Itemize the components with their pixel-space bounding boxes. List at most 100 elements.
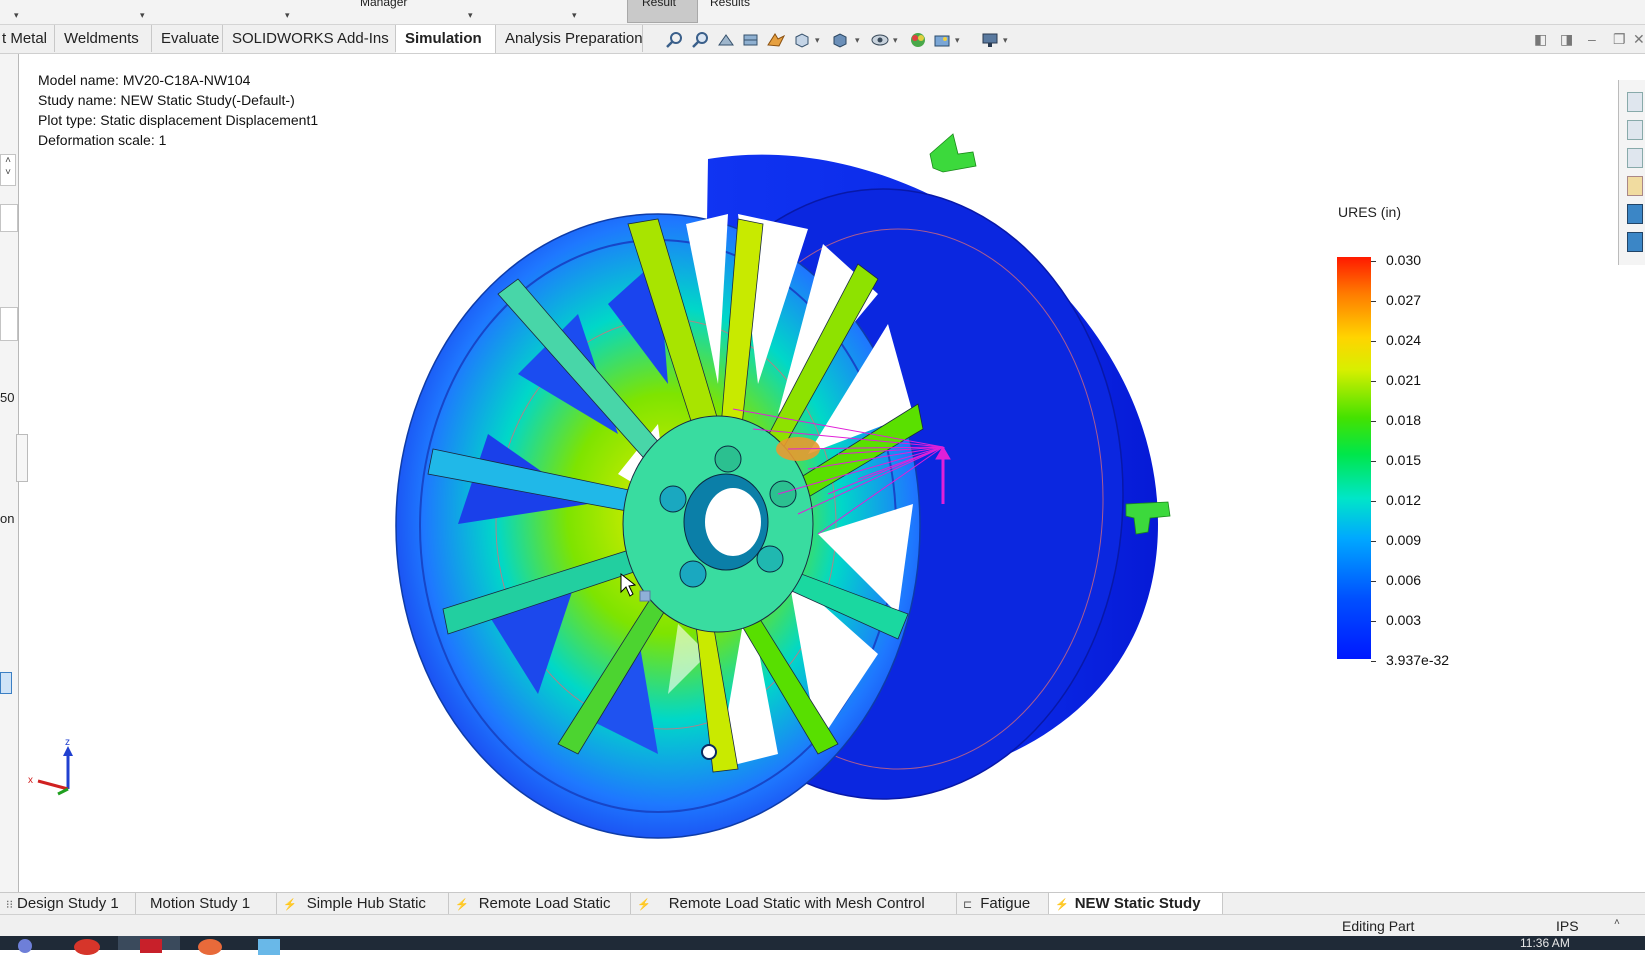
legend-label: 0.030 <box>1386 252 1422 268</box>
status-bar: Editing Part IPS ˄ <box>0 914 1645 937</box>
status-mode-text: Editing Part <box>1342 918 1415 934</box>
valve-hole <box>701 744 717 760</box>
dropdown-arrow-icon[interactable]: ▾ <box>285 10 290 21</box>
results-label[interactable]: Results <box>710 0 750 8</box>
previous-view-icon[interactable] <box>716 31 736 49</box>
chevron-up-icon[interactable]: ˄ <box>1614 917 1620 928</box>
tab-solidworks-addins[interactable]: SOLIDWORKS Add-Ins <box>223 25 396 52</box>
zoom-to-fit-icon[interactable] <box>665 31 685 49</box>
clock-text: 11:36 AM <box>1520 936 1570 950</box>
home-icon[interactable] <box>1627 92 1643 112</box>
hide-show-items-icon[interactable] <box>870 31 890 49</box>
simulation-study-icon: ⚡ <box>1055 899 1069 911</box>
study-tab-label: Fatigue <box>980 895 1031 912</box>
field-box[interactable] <box>0 204 18 232</box>
taskbar-app-icon[interactable] <box>18 939 32 953</box>
legend-label: 0.009 <box>1386 532 1422 548</box>
legend-title: URES (in) <box>1338 204 1402 220</box>
taskbar-app-icon[interactable] <box>74 939 100 955</box>
spinner-control[interactable]: ˄ ˅ <box>0 154 16 186</box>
legend-tick <box>1371 581 1376 582</box>
cursor-badge-icon <box>639 590 651 602</box>
study-tabs-bar: ⁝⁝ Design Study 1 Motion Study 1 ⚡ Simple … <box>0 892 1645 915</box>
design-library-icon[interactable] <box>1627 148 1643 168</box>
legend-label: 0.018 <box>1386 412 1422 428</box>
appearances-icon[interactable] <box>1627 232 1643 252</box>
taskbar-app-icon[interactable] <box>258 939 280 955</box>
partial-value-text: 50 <box>0 390 15 405</box>
tile-right-icon[interactable]: ◨ <box>1560 31 1573 48</box>
tile-left-icon[interactable]: ◧ <box>1534 31 1547 48</box>
dropdown-arrow-icon[interactable]: ▾ <box>140 10 145 21</box>
legend-label: 0.027 <box>1386 292 1422 308</box>
command-manager-tabs: t Metal Weldments Evaluate SOLIDWORKS Ad… <box>0 25 1645 54</box>
units-selector[interactable]: IPS <box>1556 918 1579 934</box>
legend-label: 0.015 <box>1386 452 1422 468</box>
legend-tick <box>1371 341 1376 342</box>
dropdown-arrow-icon[interactable]: ▾ <box>14 10 19 21</box>
tab-evaluate[interactable]: Evaluate <box>152 25 223 52</box>
chevron-down-icon: ˅ <box>5 167 11 178</box>
legend-label: 0.006 <box>1386 572 1422 588</box>
study-tab-remote-load-static-mesh[interactable]: ⚡ Remote Load Static with Mesh Control <box>631 893 957 915</box>
dropdown-arrow-icon[interactable]: ▾ <box>572 10 577 21</box>
graphics-viewport[interactable]: z x <box>18 54 1618 892</box>
apply-scene-icon[interactable] <box>932 31 952 49</box>
solidworks-icon <box>140 939 162 953</box>
view-settings-icon[interactable] <box>980 31 1000 49</box>
study-tab-label: Remote Load Static <box>478 895 611 912</box>
study-tab-fatigue[interactable]: ⊏ Fatigue <box>957 893 1049 915</box>
minimize-icon[interactable]: – <box>1588 31 1596 47</box>
legend-label: 0.021 <box>1386 372 1422 388</box>
legend-label: 0.012 <box>1386 492 1422 508</box>
study-tab-motion-study-1[interactable]: Motion Study 1 <box>136 893 277 915</box>
legend-tick <box>1371 381 1376 382</box>
legend-tick <box>1371 261 1376 262</box>
section-view-icon[interactable] <box>741 31 761 49</box>
chevron-down-icon[interactable]: ▾ <box>893 35 898 46</box>
study-tab-remote-load-static[interactable]: ⚡ Remote Load Static <box>449 893 631 915</box>
triad-x-label: x <box>28 775 33 786</box>
legend-tick <box>1371 661 1376 662</box>
os-taskbar: 11:36 AM <box>0 936 1645 955</box>
chevron-down-icon[interactable]: ▾ <box>815 35 820 46</box>
restore-icon[interactable]: ❐ <box>1613 31 1626 48</box>
edit-appearance-icon[interactable] <box>908 31 928 49</box>
simulation-study-icon: ⚡ <box>637 899 651 911</box>
study-tab-label: NEW Static Study <box>1074 895 1201 912</box>
file-explorer-icon[interactable] <box>1627 176 1643 196</box>
result-button[interactable]: Result <box>627 0 698 23</box>
chevron-down-icon[interactable]: ▾ <box>1003 35 1008 46</box>
study-icon: ⁝⁝ <box>6 899 13 911</box>
chevron-down-icon[interactable]: ▾ <box>955 35 960 46</box>
dynamic-annotation-icon[interactable] <box>766 31 786 49</box>
chevron-up-icon: ˄ <box>5 155 11 166</box>
chevron-down-icon[interactable]: ▾ <box>855 35 860 46</box>
view-palette-icon[interactable] <box>1627 204 1643 224</box>
tab-sheet-metal[interactable]: t Metal <box>0 25 55 52</box>
dropdown-arrow-icon[interactable]: ▾ <box>468 10 473 21</box>
legend-color-bar <box>1337 257 1371 659</box>
legend-tick <box>1371 421 1376 422</box>
study-tab-new-static-study[interactable]: ⚡ NEW Static Study <box>1049 893 1223 915</box>
legend-tick <box>1371 621 1376 622</box>
close-icon[interactable]: ✕ <box>1633 31 1645 48</box>
field-box[interactable] <box>0 307 18 341</box>
reference-triad: z x <box>28 737 73 796</box>
tab-simulation[interactable]: Simulation <box>396 25 496 53</box>
legend-tick <box>1371 301 1376 302</box>
legend-label: 0.024 <box>1386 332 1422 348</box>
tab-analysis-preparation[interactable]: Analysis Preparation <box>496 25 643 52</box>
taskbar-app-icon[interactable] <box>198 939 222 955</box>
view-orientation-icon[interactable] <box>792 31 812 49</box>
tab-weldments[interactable]: Weldments <box>55 25 152 52</box>
study-tab-design-study-1[interactable]: ⁝⁝ Design Study 1 <box>0 893 136 915</box>
legend-tick <box>1371 541 1376 542</box>
legend-tick <box>1371 461 1376 462</box>
zoom-to-area-icon[interactable] <box>691 31 711 49</box>
display-style-icon[interactable] <box>830 31 850 49</box>
selected-field[interactable] <box>0 672 12 694</box>
simulation-study-icon: ⚡ <box>455 899 469 911</box>
study-tab-simple-hub-static[interactable]: ⚡ Simple Hub Static <box>277 893 449 915</box>
resources-icon[interactable] <box>1627 120 1643 140</box>
